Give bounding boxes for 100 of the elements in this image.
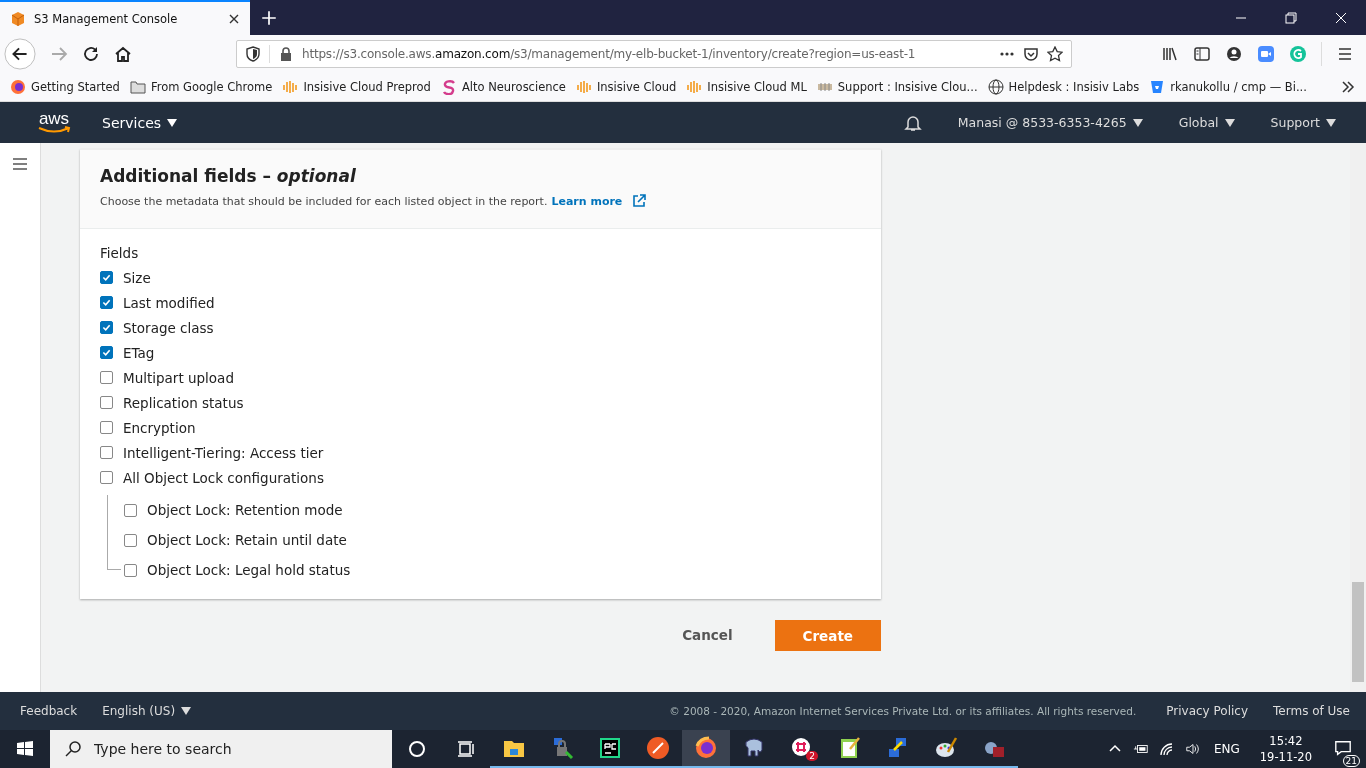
video-camera-icon[interactable] bbox=[1257, 44, 1275, 63]
caret-icon bbox=[1224, 118, 1235, 127]
new-tab-icon[interactable] bbox=[260, 8, 278, 27]
checkbox-option[interactable]: ETag bbox=[100, 340, 861, 365]
notification-center-icon[interactable] bbox=[1334, 738, 1352, 757]
checkbox-option[interactable]: Size bbox=[100, 265, 861, 290]
external-link-icon[interactable] bbox=[632, 194, 647, 208]
clock[interactable]: 15:42 19-11-20 bbox=[1259, 733, 1312, 765]
checkbox-option[interactable]: Multipart upload bbox=[100, 365, 861, 390]
checkbox[interactable] bbox=[124, 563, 137, 577]
checkbox[interactable] bbox=[100, 271, 113, 284]
volume-icon[interactable] bbox=[1184, 742, 1201, 756]
menu-icon[interactable] bbox=[11, 155, 29, 173]
cancel-button[interactable]: Cancel bbox=[666, 619, 749, 651]
feedback-link[interactable]: Feedback bbox=[20, 704, 78, 718]
checkbox-option[interactable]: Intelligent-Tiering: Access tier bbox=[100, 440, 861, 465]
bell-icon[interactable] bbox=[903, 113, 922, 132]
account-icon[interactable] bbox=[1225, 44, 1243, 63]
cube-icon bbox=[10, 10, 26, 27]
terms-of-use-link[interactable]: Terms of Use bbox=[1273, 704, 1350, 718]
caret-icon bbox=[1326, 118, 1336, 127]
reload-icon[interactable] bbox=[82, 44, 100, 63]
checkbox[interactable] bbox=[100, 471, 113, 484]
fields-label: Fields bbox=[100, 245, 140, 261]
taskbar-app[interactable]: 2 bbox=[778, 730, 826, 768]
pocket-icon[interactable] bbox=[1023, 45, 1039, 62]
checkbox-option[interactable]: Storage class bbox=[100, 315, 861, 340]
checkbox[interactable] bbox=[100, 296, 113, 309]
checkbox-option[interactable]: Replication status bbox=[100, 390, 861, 415]
bucket-icon bbox=[1149, 78, 1166, 95]
bookmark[interactable]: Alto Neuroscience bbox=[440, 78, 566, 95]
panel-title: Additional fields – optional bbox=[100, 166, 357, 186]
task-view-icon[interactable] bbox=[456, 739, 476, 759]
chevron-icon[interactable] bbox=[1340, 78, 1356, 95]
checkbox-option[interactable]: Object Lock: Legal hold status bbox=[124, 557, 351, 583]
checkbox[interactable] bbox=[100, 321, 113, 334]
checkbox[interactable] bbox=[124, 533, 137, 547]
star-icon[interactable] bbox=[1047, 45, 1063, 62]
folder-icon bbox=[129, 78, 146, 95]
caret-icon bbox=[167, 118, 178, 127]
input-language-indicator[interactable]: ENG bbox=[1213, 742, 1240, 756]
globe-icon bbox=[987, 78, 1004, 95]
caret-icon bbox=[181, 707, 192, 715]
account-menu[interactable]: Manasi @ 8533-6353-4265 bbox=[957, 115, 1143, 130]
notification-badge: 2 bbox=[806, 751, 818, 761]
restore-icon[interactable] bbox=[1285, 11, 1297, 24]
elephant-icon bbox=[742, 736, 766, 760]
bars-icon bbox=[575, 78, 592, 95]
checkbox[interactable] bbox=[100, 421, 113, 434]
notepad-icon bbox=[838, 736, 862, 760]
aws-logo[interactable]: aws bbox=[36, 111, 72, 134]
address-bar[interactable]: https://s3.console.aws.amazon.com/s3/management/my-elb-bucket-1/inventory/create?region=us-east-1 bbox=[236, 39, 1072, 68]
checkbox-option[interactable]: All Object Lock configurations bbox=[100, 465, 861, 490]
region-menu[interactable]: Global bbox=[1178, 115, 1235, 130]
support-menu[interactable]: Support bbox=[1270, 115, 1336, 130]
close-icon[interactable] bbox=[228, 12, 240, 25]
back-icon[interactable] bbox=[4, 37, 36, 70]
bookmark[interactable]: Insisive Cloud Preprod bbox=[282, 78, 431, 95]
bookmark[interactable]: rkanukollu / cmp — Bi... bbox=[1149, 78, 1307, 95]
home-icon[interactable] bbox=[114, 44, 132, 63]
language-menu[interactable]: English (US) bbox=[102, 704, 192, 718]
copyright-text: © 2008 - 2020, Amazon Internet Services Private Ltd. or its affiliates. All rights reserved. bbox=[669, 705, 1137, 717]
bars-icon bbox=[282, 78, 299, 95]
checkbox[interactable] bbox=[100, 446, 113, 459]
checkbox[interactable] bbox=[100, 396, 113, 409]
checkbox[interactable] bbox=[100, 371, 113, 384]
bookmark[interactable]: Helpdesk : Insisiv Labs bbox=[987, 78, 1140, 95]
checkbox-option[interactable]: Encryption bbox=[100, 415, 861, 440]
checkbox[interactable] bbox=[100, 346, 113, 359]
windows-start-icon[interactable] bbox=[16, 740, 34, 758]
bookmark[interactable]: From Google Chrome bbox=[129, 78, 273, 95]
taskbar-search-field[interactable]: Type here to search bbox=[50, 730, 392, 768]
services-menu[interactable]: Services bbox=[102, 114, 178, 131]
lock-icon bbox=[278, 45, 294, 62]
firefox-icon bbox=[10, 78, 26, 95]
checkbox-option[interactable]: Object Lock: Retention mode bbox=[124, 497, 343, 523]
checkbox-option[interactable]: Last modified bbox=[100, 290, 861, 315]
caret-icon bbox=[1132, 118, 1143, 127]
wifi-icon[interactable] bbox=[1158, 742, 1175, 756]
bookmark[interactable]: Support : Insisive Clou... bbox=[816, 78, 978, 95]
bookmark[interactable]: Getting Started bbox=[10, 78, 120, 95]
learn-more-link[interactable]: Learn more bbox=[551, 194, 623, 208]
browser-tab[interactable]: S3 Management Console bbox=[0, 0, 250, 35]
swirl-icon bbox=[440, 78, 457, 95]
cortana-icon[interactable] bbox=[407, 739, 427, 759]
panel-description: Choose the metadata that should be included for each listed object in the report. bbox=[100, 194, 548, 208]
palette-icon bbox=[934, 736, 958, 760]
code-editor-icon bbox=[598, 736, 622, 760]
notification-count: 21 bbox=[1342, 754, 1360, 767]
bars-icon bbox=[686, 78, 703, 95]
sidebar-icon[interactable] bbox=[1193, 44, 1211, 63]
privacy-policy-link[interactable]: Privacy Policy bbox=[1166, 704, 1249, 718]
bookmark[interactable]: Insisive Cloud bbox=[575, 78, 677, 95]
firefox-icon bbox=[694, 736, 718, 760]
shield-icon bbox=[245, 45, 261, 62]
checkbox-option[interactable]: Object Lock: Retain until date bbox=[124, 527, 347, 553]
battery-icon[interactable] bbox=[1132, 742, 1149, 756]
url-text: https://s3.console.aws.amazon.com/s3/management/my-elb-bucket-1/inventory/create?region=us-east-1 bbox=[302, 46, 916, 61]
checkbox[interactable] bbox=[124, 503, 137, 517]
bookmark[interactable]: Insisive Cloud ML bbox=[686, 78, 807, 95]
